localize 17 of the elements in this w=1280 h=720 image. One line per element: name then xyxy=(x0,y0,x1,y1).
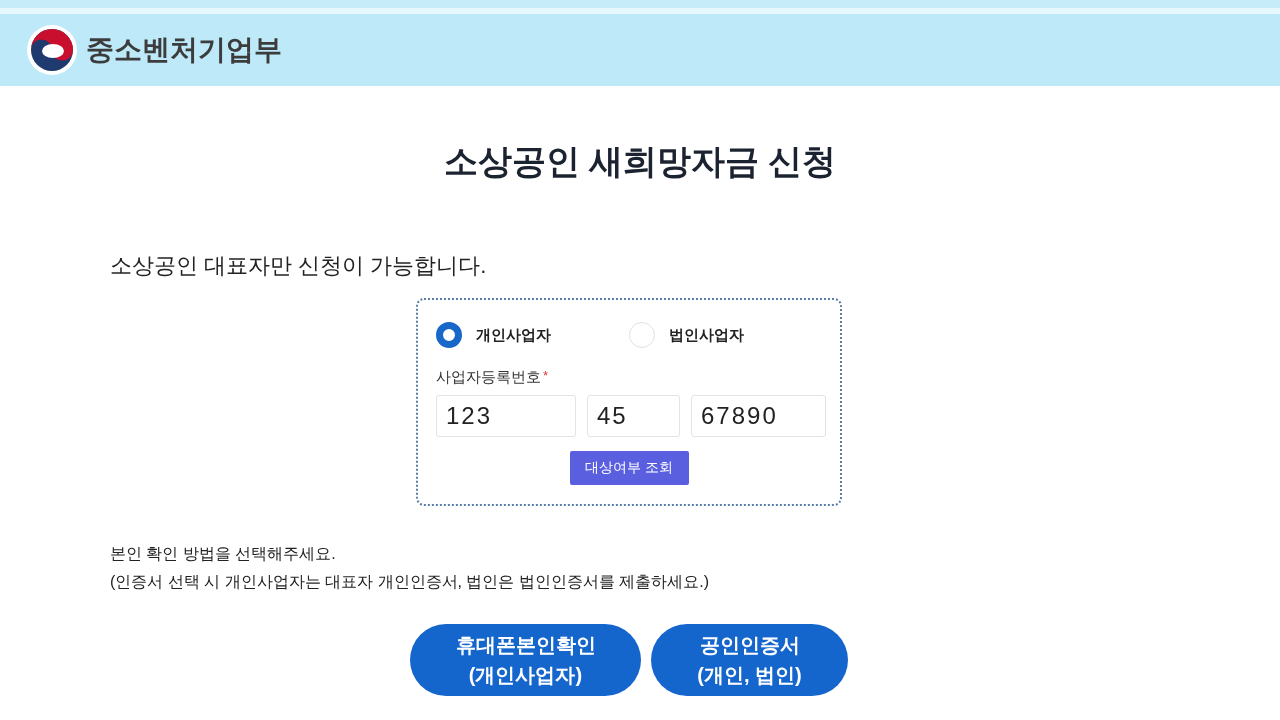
input-field[interactable]: 123 xyxy=(436,394,576,437)
auth-button[interactable]: 공인인증서 (개인, 법인) xyxy=(651,624,848,696)
radio-label[interactable]: 법인사업자 xyxy=(669,323,744,347)
check-button[interactable]: 대상여부 조회 xyxy=(569,450,689,485)
input-field[interactable]: 45 xyxy=(587,394,680,437)
ministry-name: 중소벤처기업부 xyxy=(86,33,282,67)
instruction-text: (인증서 선택 시 개인사업자는 대표자 개인인증서, 법인은 법인인증서를 제출하세요.) xyxy=(110,572,711,592)
input-field[interactable]: 67890 xyxy=(691,394,826,437)
emblem-icon xyxy=(26,24,78,76)
page-title: 소상공인 새희망자금 신청 xyxy=(442,141,838,182)
required-mark: * xyxy=(543,367,549,385)
auth-button[interactable]: 휴대폰본인확인 (개인사업자) xyxy=(410,624,641,696)
radio-label[interactable]: 개인사업자 xyxy=(476,323,551,347)
instruction-text: 본인 확인 방법을 선택해주세요. xyxy=(110,544,337,564)
field-label: 사업자등록번호 xyxy=(436,367,541,387)
radio-button[interactable] xyxy=(436,322,462,348)
notice-text: 소상공인 대표자만 신청이 가능합니다. xyxy=(110,252,488,280)
